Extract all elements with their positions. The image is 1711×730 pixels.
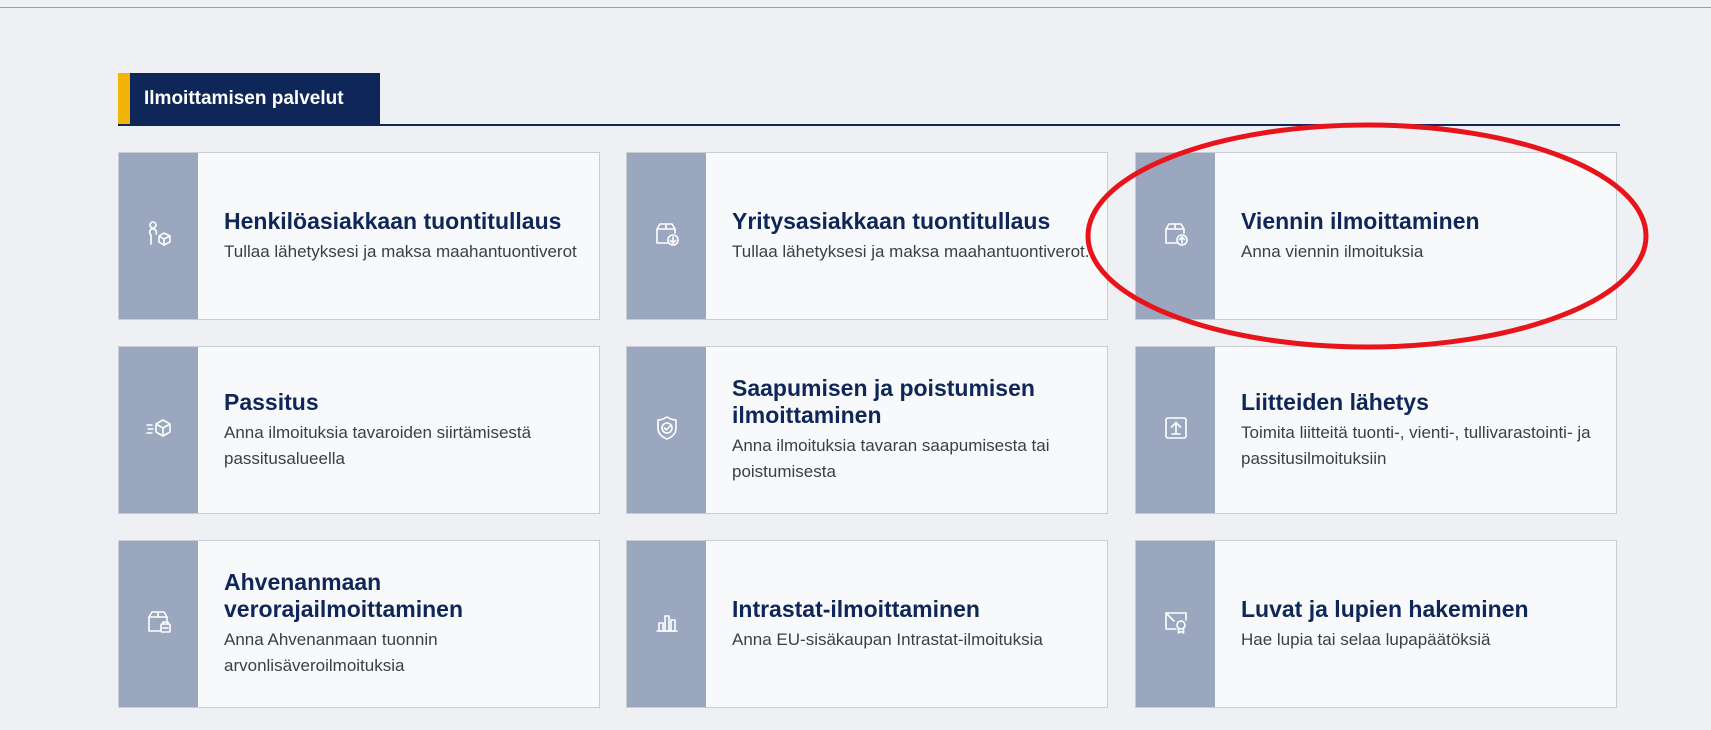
bar-chart-icon bbox=[652, 607, 682, 642]
top-divider bbox=[0, 0, 1711, 8]
card-yritysasiakkaan-tuontitullaus[interactable]: Yritysasiakkaan tuontitullaus Tullaa läh… bbox=[626, 152, 1108, 320]
card-icon-panel bbox=[627, 541, 706, 707]
card-description: Anna viennin ilmoituksia bbox=[1241, 241, 1424, 261]
package-export-icon bbox=[1161, 219, 1191, 254]
card-title: Intrastat-ilmoittaminen bbox=[732, 595, 980, 622]
person-package-icon bbox=[144, 219, 174, 254]
card-icon-panel bbox=[627, 347, 706, 513]
upload-box-icon bbox=[1161, 413, 1191, 448]
card-description: Hae lupia tai selaa lupapäätöksiä bbox=[1241, 629, 1491, 649]
card-description: Tullaa lähetyksesi ja maksa maahantuonti… bbox=[732, 241, 1090, 261]
shield-check-icon bbox=[652, 413, 682, 448]
section-header: Ilmoittamisen palvelut bbox=[118, 73, 1620, 126]
card-ahvenanmaan-verorajailmoittaminen[interactable]: Ahvenanmaan verorajailmoittaminen Anna A… bbox=[118, 540, 600, 708]
moving-package-icon bbox=[144, 413, 174, 448]
card-icon-panel bbox=[119, 153, 198, 319]
package-import-icon bbox=[652, 219, 682, 254]
package-tax-icon bbox=[144, 607, 174, 642]
card-description: Anna ilmoituksia tavaroiden siirtämisest… bbox=[224, 422, 532, 468]
card-icon-panel bbox=[119, 541, 198, 707]
card-title: Luvat ja lupien hakeminen bbox=[1241, 595, 1529, 622]
certificate-icon bbox=[1161, 607, 1191, 642]
card-liitteiden-lahetys[interactable]: Liitteiden lähetys Toimita liitteitä tuo… bbox=[1135, 346, 1617, 514]
card-title: Ahvenanmaan verorajailmoittaminen bbox=[224, 569, 464, 622]
card-luvat-ja-lupien-hakeminen[interactable]: Luvat ja lupien hakeminen Hae lupia tai … bbox=[1135, 540, 1617, 708]
card-viennin-ilmoittaminen[interactable]: Viennin ilmoittaminen Anna viennin ilmoi… bbox=[1135, 152, 1617, 320]
card-title: Liitteiden lähetys bbox=[1241, 388, 1429, 415]
card-description: Tullaa lähetyksesi ja maksa maahantuonti… bbox=[224, 241, 577, 261]
card-icon-panel bbox=[1136, 541, 1215, 707]
card-saapumisen-ja-poistumisen-ilmoittaminen[interactable]: Saapumisen ja poistumisen ilmoittaminen … bbox=[626, 346, 1108, 514]
card-icon-panel bbox=[1136, 347, 1215, 513]
card-description: Anna ilmoituksia tavaran saapumisesta ta… bbox=[732, 436, 1050, 481]
card-title: Passitus bbox=[224, 388, 319, 415]
card-icon-panel bbox=[627, 153, 706, 319]
card-passitus[interactable]: Passitus Anna ilmoituksia tavaroiden sii… bbox=[118, 346, 600, 514]
card-icon-panel bbox=[119, 347, 198, 513]
card-intrastat-ilmoittaminen[interactable]: Intrastat-ilmoittaminen Anna EU-sisäkaup… bbox=[626, 540, 1108, 708]
card-description: Anna EU-sisäkaupan Intrastat-ilmoituksia bbox=[732, 629, 1043, 649]
card-title: Henkilöasiakkaan tuontitullaus bbox=[224, 207, 562, 234]
card-title: Viennin ilmoittaminen bbox=[1241, 207, 1480, 234]
card-description: Anna Ahvenanmaan tuonnin arvonlisäveroil… bbox=[224, 630, 438, 675]
card-icon-panel bbox=[1136, 153, 1215, 319]
card-description: Toimita liitteitä tuonti-, vienti-, tull… bbox=[1241, 422, 1591, 468]
section-title: Ilmoittamisen palvelut bbox=[118, 73, 380, 124]
card-title: Saapumisen ja poistumisen ilmoittaminen bbox=[732, 375, 1035, 428]
card-henkiloasiakkaan-tuontitullaus[interactable]: Henkilöasiakkaan tuontitullaus Tullaa lä… bbox=[118, 152, 600, 320]
card-title: Yritysasiakkaan tuontitullaus bbox=[732, 207, 1051, 234]
